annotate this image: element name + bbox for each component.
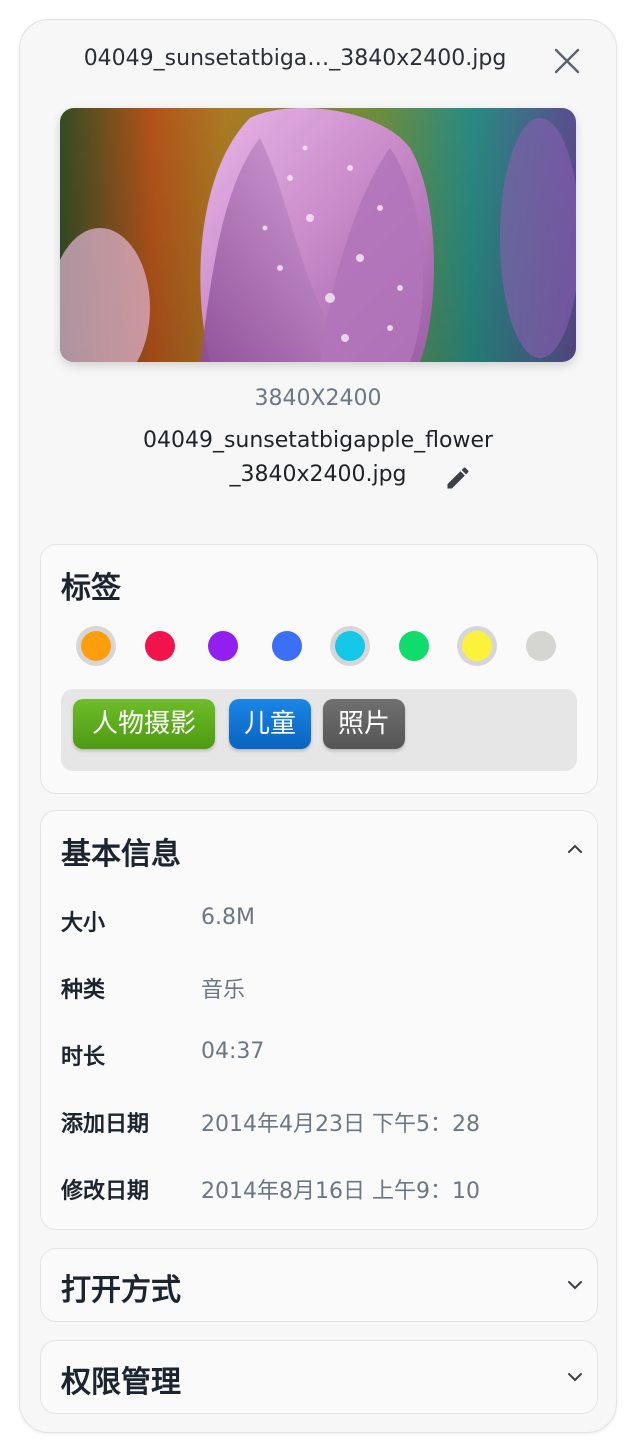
kind-label: 种类 <box>61 978 106 1003</box>
panel-title: 04049_sunsetatbiga…_3840x2400.jpg <box>83 46 507 71</box>
collapse-button[interactable] <box>563 837 587 861</box>
color-swatch-2[interactable] <box>145 631 175 661</box>
tag-list: 人物摄影 儿童 照片 <box>61 689 577 771</box>
expand-open-with-button[interactable] <box>563 1273 587 1297</box>
close-button[interactable] <box>550 44 584 78</box>
basic-info-title: 基本信息 <box>61 837 181 872</box>
color-swatch-5[interactable] <box>335 631 365 661</box>
expand-permissions-button[interactable] <box>563 1365 587 1389</box>
tag-photo[interactable]: 照片 <box>323 699 405 749</box>
close-icon <box>554 48 580 74</box>
color-swatch-7[interactable] <box>462 631 492 661</box>
flower-photo-thumbnail <box>60 108 576 362</box>
tags-title: 标签 <box>61 571 121 606</box>
tag-children[interactable]: 儿童 <box>229 699 311 749</box>
tags-card: 标签 人物摄影 儿童 照片 <box>40 544 598 794</box>
color-swatch-8[interactable] <box>526 631 556 661</box>
chevron-down-icon <box>568 1373 582 1382</box>
duration-value: 04:37 <box>201 1039 265 1064</box>
date-modified-label: 修改日期 <box>61 1179 150 1204</box>
color-swatch-4[interactable] <box>272 631 302 661</box>
kind-value: 音乐 <box>201 978 246 1003</box>
image-dimensions: 3840X2400 <box>254 386 382 411</box>
date-added-value: 2014年4月23日 下午5：28 <box>201 1112 480 1137</box>
basic-info-card: 基本信息 大小 6.8M 种类 音乐 时长 04:37 添加日期 2014年4月… <box>40 810 598 1230</box>
color-swatch-3[interactable] <box>208 631 238 661</box>
chevron-down-icon <box>568 1281 582 1290</box>
rename-button[interactable] <box>444 464 472 492</box>
tag-portrait-photography[interactable]: 人物摄影 <box>73 699 215 749</box>
color-swatch-1[interactable] <box>81 631 111 661</box>
open-with-card[interactable]: 打开方式 <box>40 1248 598 1322</box>
pencil-icon <box>447 467 469 489</box>
color-swatch-6[interactable] <box>399 631 429 661</box>
permissions-title: 权限管理 <box>61 1365 181 1400</box>
date-added-label: 添加日期 <box>61 1112 150 1137</box>
size-label: 大小 <box>61 911 106 936</box>
size-value: 6.8M <box>201 905 255 930</box>
image-preview[interactable] <box>60 108 576 362</box>
file-name-line-1: 04049_sunsetatbigapple_flower <box>142 428 494 453</box>
duration-label: 时长 <box>61 1045 106 1070</box>
open-with-title: 打开方式 <box>61 1273 181 1308</box>
file-info-panel: 04049_sunsetatbiga…_3840x2400.jpg 3840X2… <box>19 19 617 1433</box>
permissions-card[interactable]: 权限管理 <box>40 1340 598 1414</box>
date-modified-value: 2014年8月16日 上午9：10 <box>201 1179 480 1204</box>
chevron-up-icon <box>568 844 582 853</box>
